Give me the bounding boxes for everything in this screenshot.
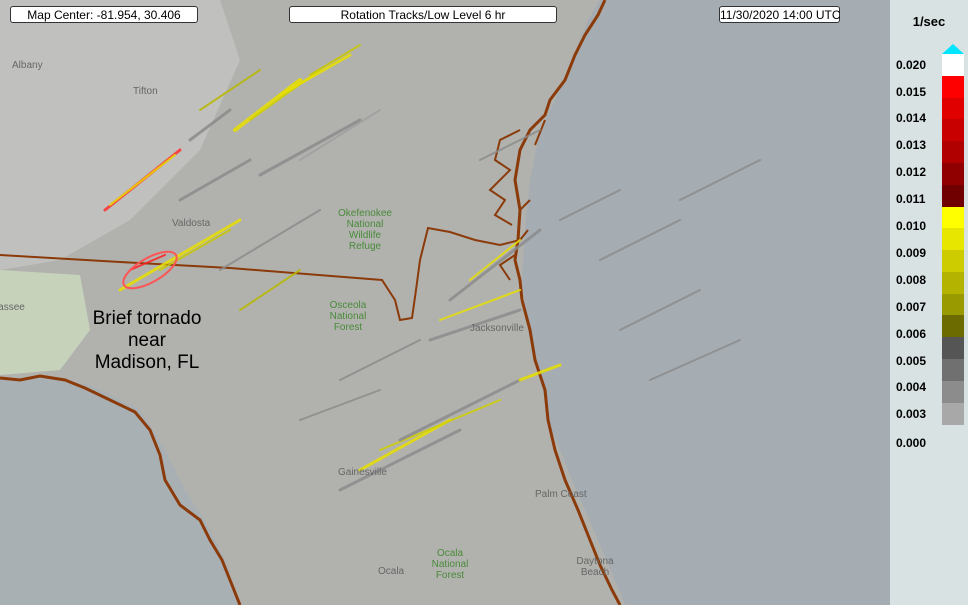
legend-swatch xyxy=(942,119,964,142)
place-label-valdosta: Valdosta xyxy=(172,218,211,229)
legend-label: 0.008 xyxy=(896,273,927,287)
legend-swatch xyxy=(942,337,964,360)
legend-label: 0.012 xyxy=(896,165,927,179)
place-label-tallahassee: Tallahassee xyxy=(0,302,25,313)
place-label-ocala: Ocala xyxy=(378,566,405,577)
legend-label: 0.013 xyxy=(896,138,927,152)
legend-swatch xyxy=(942,271,964,294)
legend-label: 0.010 xyxy=(896,219,927,233)
place-label-daytona: Daytona Beach xyxy=(576,556,614,578)
legend-label: 0.007 xyxy=(896,300,927,314)
legend-swatch xyxy=(942,228,964,251)
place-label-gainesville: Gainesville xyxy=(338,467,387,478)
legend-label: 0.020 xyxy=(896,58,927,72)
legend-swatch xyxy=(942,184,964,207)
place-label-okefenokee: Okefenokee National Wildlife Refuge xyxy=(338,208,392,252)
legend-swatch xyxy=(942,380,964,403)
legend-max-arrow xyxy=(942,44,964,54)
product-title[interactable]: Rotation Tracks/Low Level 6 hr xyxy=(289,6,557,23)
tornado-annotation: Brief tornado near Madison, FL xyxy=(82,308,212,374)
legend-swatch xyxy=(942,359,964,382)
legend-swatch xyxy=(942,250,964,273)
annotation-line-1: Brief tornado xyxy=(92,308,202,329)
legend-label: 0.000 xyxy=(896,436,927,450)
legend-swatch xyxy=(942,402,964,425)
legend-swatch xyxy=(942,75,964,98)
place-label-palm-coast: Palm Coast xyxy=(535,489,587,500)
legend-swatch xyxy=(942,293,964,316)
place-label-albany: Albany xyxy=(12,60,43,71)
legend-swatch xyxy=(942,315,964,338)
legend-label: 0.005 xyxy=(896,354,927,368)
legend-label: 0.011 xyxy=(896,192,926,206)
legend-label: 0.006 xyxy=(896,327,927,341)
legend-label: 0.003 xyxy=(896,407,927,421)
place-label-osceola: Osceola National Forest xyxy=(329,300,367,333)
legend-label: 0.015 xyxy=(896,85,927,99)
legend-unit: 1/sec xyxy=(912,14,946,29)
legend-swatch xyxy=(942,54,964,76)
legend-label: 0.014 xyxy=(896,111,927,125)
legend-label: 0.009 xyxy=(896,246,927,260)
annotation-line-2: near xyxy=(127,330,167,351)
place-label-tifton: Tifton xyxy=(133,86,158,97)
annotation-line-3: Madison, FL xyxy=(94,352,200,373)
legend-swatch xyxy=(942,97,964,120)
place-label-ocala-forest: Ocala National Forest xyxy=(431,548,469,581)
legend-label: 0.004 xyxy=(896,380,927,394)
map-center-readout: Map Center: -81.954, 30.406 xyxy=(10,6,198,23)
legend-swatch xyxy=(942,206,964,229)
datetime-readout: 11/30/2020 14:00 UTC xyxy=(719,6,841,23)
place-label-jacksonville: Jacksonville xyxy=(470,323,524,334)
legend-swatch xyxy=(942,162,964,185)
legend-swatch xyxy=(942,141,964,164)
